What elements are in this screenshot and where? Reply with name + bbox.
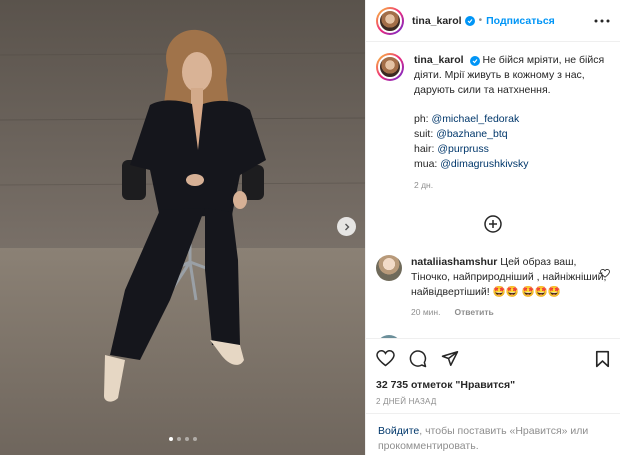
- header-separator: •: [478, 15, 483, 26]
- like-button[interactable]: [376, 350, 395, 367]
- share-icon: [441, 351, 459, 366]
- save-icon: [595, 350, 610, 367]
- caption-username[interactable]: tina_karol: [414, 54, 464, 66]
- carousel-dot: [184, 437, 189, 441]
- comment-like-button[interactable]: [600, 268, 610, 281]
- next-photo-button[interactable]: [337, 217, 356, 236]
- comments-section[interactable]: tina_karol Не бійся мріяти, не бійся дія…: [366, 43, 620, 338]
- post-photo[interactable]: [0, 0, 365, 455]
- caption-avatar[interactable]: [376, 53, 404, 81]
- commenter-username[interactable]: nataliiashamshur: [411, 256, 497, 268]
- credit-link[interactable]: @bazhane_btq: [436, 128, 507, 140]
- post-actions: [366, 338, 620, 378]
- share-button[interactable]: [441, 350, 459, 367]
- instagram-post: tina_karol • Подписаться tina_karol Не б…: [0, 0, 620, 455]
- follow-button[interactable]: Подписаться: [486, 15, 555, 27]
- likes-count[interactable]: 32 735 отметок "Нравится": [376, 379, 515, 391]
- post-caption: tina_karol Не бійся мріяти, не бійся дія…: [376, 53, 610, 193]
- more-icon: [594, 19, 610, 22]
- credit-line: hair: @purpruss: [414, 143, 489, 155]
- credit-line: mua: @dimagrushkivsky: [414, 158, 529, 170]
- carousel-dot: [192, 437, 197, 441]
- heart-icon: [600, 268, 610, 278]
- carousel-dot: [168, 437, 173, 441]
- photo-image: [0, 0, 365, 455]
- post-header: tina_karol • Подписаться: [366, 0, 620, 42]
- comment-age: 20 мин.: [411, 307, 441, 317]
- verified-icon: [469, 56, 480, 66]
- credit-link[interactable]: @dimagrushkivsky: [440, 158, 528, 170]
- post-side-panel: tina_karol • Подписаться tina_karol Не б…: [365, 0, 620, 455]
- login-link[interactable]: Войдите: [378, 425, 419, 437]
- credit-line: suit: @bazhane_btq: [414, 128, 508, 140]
- credit-link[interactable]: @purpruss: [437, 143, 489, 155]
- post-date: 2 ДНЕЙ НАЗАД: [376, 397, 437, 406]
- chevron-right-icon: [344, 223, 349, 230]
- add-comment-icon[interactable]: [484, 215, 502, 233]
- heart-icon: [376, 350, 395, 367]
- credit-link[interactable]: @michael_fedorak: [432, 113, 520, 125]
- comment-item: nataliiashamshur Цей образ ваш, Тіночко,…: [376, 255, 610, 320]
- more-options-button[interactable]: [594, 19, 610, 23]
- carousel-indicator: [0, 437, 365, 441]
- commenter-avatar[interactable]: [376, 255, 402, 281]
- comment-button[interactable]: [409, 349, 427, 368]
- carousel-dot: [176, 437, 181, 441]
- verified-icon: [464, 15, 475, 26]
- author-username[interactable]: tina_karol: [412, 15, 462, 27]
- credit-line: ph: @michael_fedorak: [414, 113, 520, 125]
- comment-icon: [409, 349, 427, 367]
- caption-age: 2 дн.: [414, 180, 434, 190]
- caption-credits: ph: @michael_fedorak suit: @bazhane_btq …: [414, 112, 610, 172]
- login-prompt: Войдите, чтобы поставить «Нравится» или …: [366, 413, 620, 455]
- author-avatar[interactable]: [376, 6, 404, 35]
- save-button[interactable]: [595, 350, 610, 368]
- reply-button[interactable]: Ответить: [454, 305, 493, 320]
